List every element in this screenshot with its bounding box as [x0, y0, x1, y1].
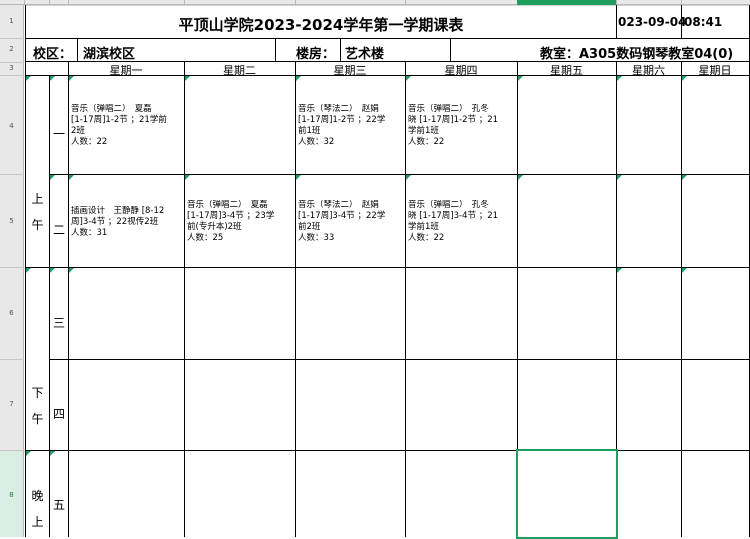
course-cell-p2-mon[interactable]: 插画设计 王静静 [8-12 周]3-4节 ；22视传2班 人数：31	[69, 206, 184, 239]
course-line: 前2班	[298, 222, 321, 232]
day-header-wed[interactable]: 星期三	[295, 62, 405, 78]
cell-comment-marker	[617, 268, 622, 273]
cell-comment-marker	[406, 175, 411, 180]
cell-comment-marker	[406, 76, 411, 81]
segment-char: 下	[31, 386, 44, 400]
course-line: 学前1班	[408, 222, 439, 232]
cell-comment-marker	[617, 175, 622, 180]
course-line: 音乐（弹唱二） 夏磊	[71, 104, 152, 114]
course-line: 音乐（琴法二） 赵娟	[298, 104, 379, 114]
cell-comment-marker	[50, 175, 55, 180]
building-label[interactable]: 楼房：	[296, 43, 335, 62]
course-line: 晓 [1-17周]3-4节 ；21	[408, 211, 499, 221]
classroom-cell[interactable]: 教室：A305数码钢琴教室04(0)	[540, 43, 733, 62]
building-value[interactable]: 艺术楼	[345, 43, 384, 62]
row-number[interactable]: 8	[0, 491, 23, 499]
day-header-fri[interactable]: 星期五	[517, 62, 616, 78]
period-number-3[interactable]: 三	[50, 314, 68, 331]
day-header-tue[interactable]: 星期二	[184, 62, 295, 78]
cell-comment-marker	[69, 268, 74, 273]
cell-comment-marker	[69, 175, 74, 180]
cell-comment-marker	[296, 76, 301, 81]
course-cell-p2-tue[interactable]: 音乐（弹唱二） 夏磊 [1-17周]3-4节 ；23学 前(专升本)2班 人数：…	[185, 200, 295, 244]
course-cell-p1-thu[interactable]: 音乐（弹唱二） 孔冬 晓 [1-17周]1-2节 ；21 学前1班 人数：22	[406, 104, 517, 148]
cell-comment-marker	[69, 76, 74, 81]
course-line: 学前1班	[408, 126, 439, 136]
course-line: [1-17周]1-2节 ；22学	[298, 115, 386, 125]
cell-comment-marker	[617, 76, 622, 81]
cell-comment-marker	[682, 76, 687, 81]
row-number[interactable]: 5	[0, 217, 23, 225]
course-cell-p2-thu[interactable]: 音乐（弹唱二） 孔冬 晓 [1-17周]3-4节 ；21 学前1班 人数：22	[406, 200, 517, 244]
day-header-sun[interactable]: 星期日	[681, 62, 749, 78]
segment-morning[interactable]: 上 午	[26, 186, 49, 238]
segment-char: 上	[31, 515, 44, 529]
cell-comment-marker	[185, 76, 190, 81]
timetable-title[interactable]: 平顶山学院2023-2024学年第一学期课表	[26, 14, 616, 35]
segment-char: 午	[31, 412, 44, 426]
cell-comment-marker	[682, 268, 687, 273]
course-line: [1-17周]1-2节 ；21学前	[71, 115, 167, 125]
selected-cell[interactable]	[516, 449, 618, 539]
cell-comment-marker	[26, 451, 31, 456]
date-cell[interactable]: 023-09-04	[618, 15, 686, 29]
course-line: 前1班	[298, 126, 321, 136]
period-number-4[interactable]: 四	[50, 405, 68, 422]
segment-char: 上	[31, 192, 44, 206]
period-number-5[interactable]: 五	[50, 496, 68, 513]
campus-label[interactable]: 校区：	[33, 43, 72, 62]
row-number[interactable]: 1	[0, 17, 23, 25]
course-line: 人数：22	[408, 137, 445, 147]
row-number[interactable]: 7	[0, 400, 23, 408]
campus-value[interactable]: 湖滨校区	[83, 43, 135, 62]
course-line: 音乐（琴法二） 赵娟	[298, 200, 379, 210]
course-line: 人数：22	[408, 233, 445, 243]
course-line: 晓 [1-17周]1-2节 ；21	[408, 115, 499, 125]
course-line: 周]3-4节 ；22视传2班	[71, 217, 159, 227]
course-cell-p1-wed[interactable]: 音乐（琴法二） 赵娟 [1-17周]1-2节 ；22学 前1班 人数：32	[296, 104, 405, 148]
course-line: 人数：33	[298, 233, 335, 243]
cell-comment-marker	[26, 76, 31, 81]
cell-comment-marker	[296, 175, 301, 180]
segment-evening[interactable]: 晚 上	[26, 483, 49, 535]
course-line: 人数：25	[187, 233, 224, 243]
row-number[interactable]: 2	[0, 45, 23, 53]
course-line: 插画设计 王静静 [8-12	[71, 206, 165, 216]
row-number[interactable]: 4	[0, 122, 23, 130]
course-line: 人数：22	[71, 137, 108, 147]
cell-comment-marker	[185, 175, 190, 180]
course-line: 人数：32	[298, 137, 335, 147]
course-line: 音乐（弹唱二） 孔冬	[408, 104, 489, 114]
segment-afternoon[interactable]: 下 午	[26, 380, 49, 432]
cell-comment-marker	[518, 76, 523, 81]
cell-comment-marker	[518, 175, 523, 180]
course-line: 人数：31	[71, 228, 108, 238]
course-line: 前(专升本)2班	[187, 222, 242, 232]
period-number-2[interactable]: 二	[50, 221, 68, 238]
segment-char: 晚	[31, 489, 44, 503]
day-header-sat[interactable]: 星期六	[616, 62, 681, 78]
row-number[interactable]: 6	[0, 309, 23, 317]
cell-comment-marker	[26, 268, 31, 273]
row-header-bar: 1 2 3 4 5 6 7 8	[0, 5, 24, 537]
course-cell-p1-mon[interactable]: 音乐（弹唱二） 夏磊 [1-17周]1-2节 ；21学前 2班 人数：22	[69, 104, 184, 148]
cell-comment-marker	[682, 175, 687, 180]
course-line: 音乐（弹唱二） 夏磊	[187, 200, 268, 210]
cell-comment-marker	[50, 268, 55, 273]
course-line: [1-17周]3-4节 ；23学	[187, 211, 275, 221]
course-line: 音乐（弹唱二） 孔冬	[408, 200, 489, 210]
period-number-1[interactable]: 一	[50, 125, 68, 142]
row-number[interactable]: 3	[0, 64, 23, 72]
course-line: [1-17周]3-4节 ；22学	[298, 211, 386, 221]
time-cell[interactable]: 08:41	[684, 15, 722, 29]
cell-comment-marker	[50, 76, 55, 81]
day-header-thu[interactable]: 星期四	[405, 62, 517, 78]
course-cell-p2-wed[interactable]: 音乐（琴法二） 赵娟 [1-17周]3-4节 ；22学 前2班 人数：33	[296, 200, 405, 244]
day-header-mon[interactable]: 星期一	[68, 62, 184, 78]
course-line: 2班	[71, 126, 85, 136]
segment-char: 午	[31, 218, 44, 232]
cell-comment-marker	[50, 451, 55, 456]
